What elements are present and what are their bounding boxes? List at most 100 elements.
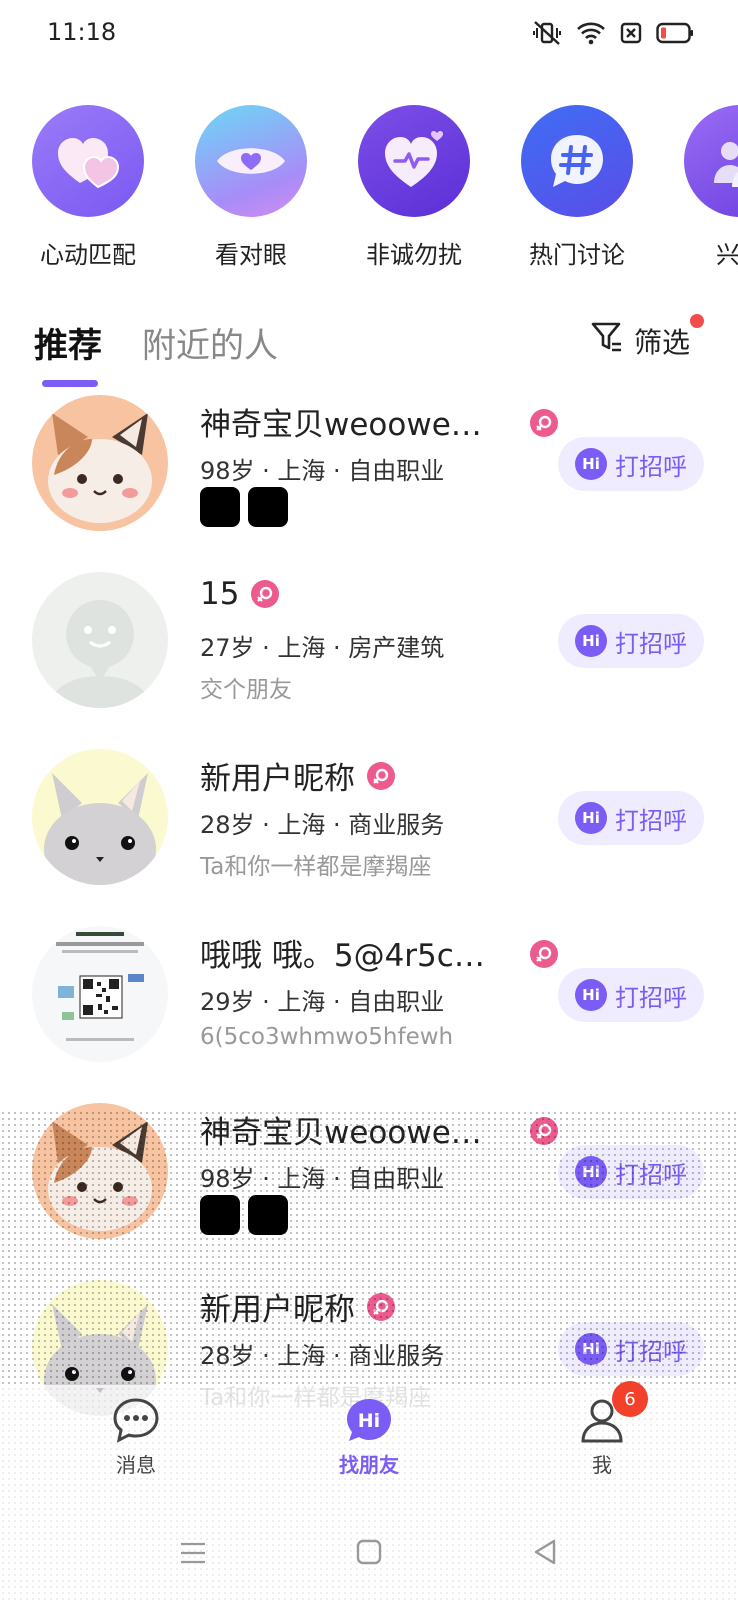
category-interest[interactable]: 兴趣 bbox=[684, 105, 738, 270]
user-name: 新用户昵称 bbox=[200, 1284, 395, 1329]
menu-icon[interactable] bbox=[178, 1538, 208, 1568]
sim-off-icon bbox=[620, 22, 642, 44]
user-meta: 28岁 · 上海 · 商业服务 bbox=[200, 1342, 445, 1370]
nav-label: 我 bbox=[592, 1453, 612, 1477]
tab-bar: 推荐 附近的人 bbox=[34, 318, 278, 387]
user-list: 神奇宝贝weoowec... 98岁 · 上海 · 自由职业 Hi 打招呼 15… bbox=[0, 395, 738, 1457]
list-item[interactable]: 神奇宝贝weoowec... 98岁 · 上海 · 自由职业 Hi 打招呼 bbox=[0, 1103, 738, 1280]
back-icon[interactable] bbox=[532, 1538, 560, 1566]
user-name: 哦哦 哦。5@4r5ccc... bbox=[200, 938, 495, 974]
hi-icon: Hi bbox=[575, 625, 607, 657]
avatar[interactable] bbox=[32, 572, 168, 708]
tag-badge bbox=[200, 487, 240, 527]
category-sincere[interactable]: 非诚勿扰 bbox=[358, 105, 470, 270]
user-tags bbox=[200, 487, 288, 527]
hi-icon: Hi bbox=[575, 979, 607, 1011]
notification-badge: 6 bbox=[612, 1381, 648, 1417]
status-time: 11:18 bbox=[47, 18, 117, 46]
svg-text:Hi: Hi bbox=[358, 1410, 380, 1432]
battery-low-icon bbox=[656, 22, 694, 44]
category-label: 热门讨论 bbox=[529, 241, 625, 269]
avatar[interactable] bbox=[32, 926, 168, 1062]
nav-me[interactable]: 我 6 bbox=[542, 1381, 662, 1478]
eye-heart-icon bbox=[195, 105, 307, 217]
female-icon bbox=[530, 940, 558, 968]
greet-label: 打招呼 bbox=[615, 1337, 687, 1366]
user-meta: 27岁 · 上海 · 房产建筑 bbox=[200, 634, 445, 662]
status-bar: 11:18 bbox=[0, 0, 738, 64]
filter-notification-dot bbox=[690, 314, 704, 328]
user-meta: 98岁 · 上海 · 自由职业 bbox=[200, 1165, 445, 1193]
female-icon bbox=[367, 761, 395, 790]
nav-label: 找朋友 bbox=[339, 1453, 399, 1477]
category-eye-match[interactable]: 看对眼 bbox=[195, 105, 307, 270]
list-item[interactable]: 神奇宝贝weoowec... 98岁 · 上海 · 自由职业 Hi 打招呼 bbox=[0, 395, 738, 572]
user-name: 神奇宝贝weoowec... bbox=[200, 407, 495, 443]
list-item[interactable]: 新用户昵称 28岁 · 上海 · 商业服务 Ta和你一样都是摩羯座 Hi 打招呼 bbox=[0, 749, 738, 926]
vibrate-off-icon bbox=[532, 20, 562, 46]
greet-button[interactable]: Hi 打招呼 bbox=[558, 791, 704, 845]
system-nav-bar bbox=[0, 1538, 738, 1578]
user-meta: 28岁 · 上海 · 商业服务 bbox=[200, 811, 445, 839]
tag-badge bbox=[200, 1195, 240, 1235]
filter-label: 筛选 bbox=[633, 325, 690, 359]
list-item[interactable]: 哦哦 哦。5@4r5ccc... 29岁 · 上海 · 自由职业 6(5co3w… bbox=[0, 926, 738, 1103]
user-bio: 6(5co3whmwo5hfewh bbox=[200, 1024, 454, 1050]
user-bio: Ta和你一样都是摩羯座 bbox=[200, 854, 432, 880]
female-icon bbox=[530, 1117, 558, 1145]
user-bio: 交个朋友 bbox=[200, 677, 292, 703]
female-icon bbox=[251, 580, 280, 608]
greet-button[interactable]: Hi 打招呼 bbox=[558, 614, 704, 668]
user-meta: 29岁 · 上海 · 自由职业 bbox=[200, 988, 445, 1016]
greet-label: 打招呼 bbox=[615, 806, 687, 835]
category-label: 兴趣 bbox=[716, 241, 738, 269]
filter-icon bbox=[590, 320, 624, 361]
bottom-nav: 消息 Hi 找朋友 我 6 bbox=[0, 1381, 738, 1495]
greet-label: 打招呼 bbox=[615, 983, 687, 1012]
nav-messages[interactable]: 消息 bbox=[76, 1395, 196, 1478]
greet-label: 打招呼 bbox=[615, 629, 687, 658]
hi-icon: Hi bbox=[575, 1156, 607, 1188]
heart-pulse-icon bbox=[358, 105, 470, 217]
avatar[interactable] bbox=[32, 749, 168, 885]
tag-badge bbox=[248, 487, 288, 527]
user-meta: 98岁 · 上海 · 自由职业 bbox=[200, 457, 445, 485]
category-label: 心动匹配 bbox=[40, 241, 136, 269]
avatar[interactable] bbox=[32, 395, 168, 531]
hi-icon: Hi bbox=[575, 448, 607, 480]
category-heart-match[interactable]: 心动匹配 bbox=[32, 105, 144, 270]
hi-icon: Hi bbox=[575, 802, 607, 834]
female-icon bbox=[367, 1292, 395, 1321]
greet-button[interactable]: Hi 打招呼 bbox=[558, 437, 704, 491]
tag-badge bbox=[248, 1195, 288, 1235]
hi-icon: Hi bbox=[575, 1333, 607, 1365]
chat-bubble-icon bbox=[76, 1395, 196, 1445]
hi-icon: Hi bbox=[309, 1395, 429, 1445]
hearts-icon bbox=[32, 105, 144, 217]
user-name: 神奇宝贝weoowec... bbox=[200, 1115, 495, 1151]
greet-label: 打招呼 bbox=[615, 452, 687, 481]
greet-label: 打招呼 bbox=[615, 1160, 687, 1189]
nav-find-friends[interactable]: Hi 找朋友 bbox=[309, 1395, 429, 1478]
category-label: 看对眼 bbox=[215, 241, 287, 269]
category-hot-topics[interactable]: 热门讨论 bbox=[521, 105, 633, 270]
list-item[interactable]: 15 27岁 · 上海 · 房产建筑 交个朋友 Hi 打招呼 bbox=[0, 572, 738, 749]
greet-button[interactable]: Hi 打招呼 bbox=[558, 1322, 704, 1376]
user-tags bbox=[200, 1195, 288, 1235]
category-row: 心动匹配 看对眼 非诚勿扰 热门讨论 兴趣 bbox=[0, 105, 738, 275]
greet-button[interactable]: Hi 打招呼 bbox=[558, 968, 704, 1022]
greet-button[interactable]: Hi 打招呼 bbox=[558, 1145, 704, 1199]
tab-recommend[interactable]: 推荐 bbox=[34, 318, 102, 387]
wifi-icon bbox=[576, 21, 606, 45]
home-icon[interactable] bbox=[355, 1538, 383, 1566]
nav-label: 消息 bbox=[116, 1453, 156, 1477]
hashtag-chat-icon bbox=[521, 105, 633, 217]
user-name: 新用户昵称 bbox=[200, 753, 395, 798]
female-icon bbox=[530, 409, 558, 437]
avatar[interactable] bbox=[32, 1103, 168, 1239]
filter-button[interactable]: 筛选 bbox=[590, 314, 704, 361]
tab-nearby[interactable]: 附近的人 bbox=[142, 318, 278, 367]
user-name: 15 bbox=[200, 576, 280, 612]
people-icon bbox=[684, 105, 738, 217]
category-label: 非诚勿扰 bbox=[366, 241, 462, 269]
